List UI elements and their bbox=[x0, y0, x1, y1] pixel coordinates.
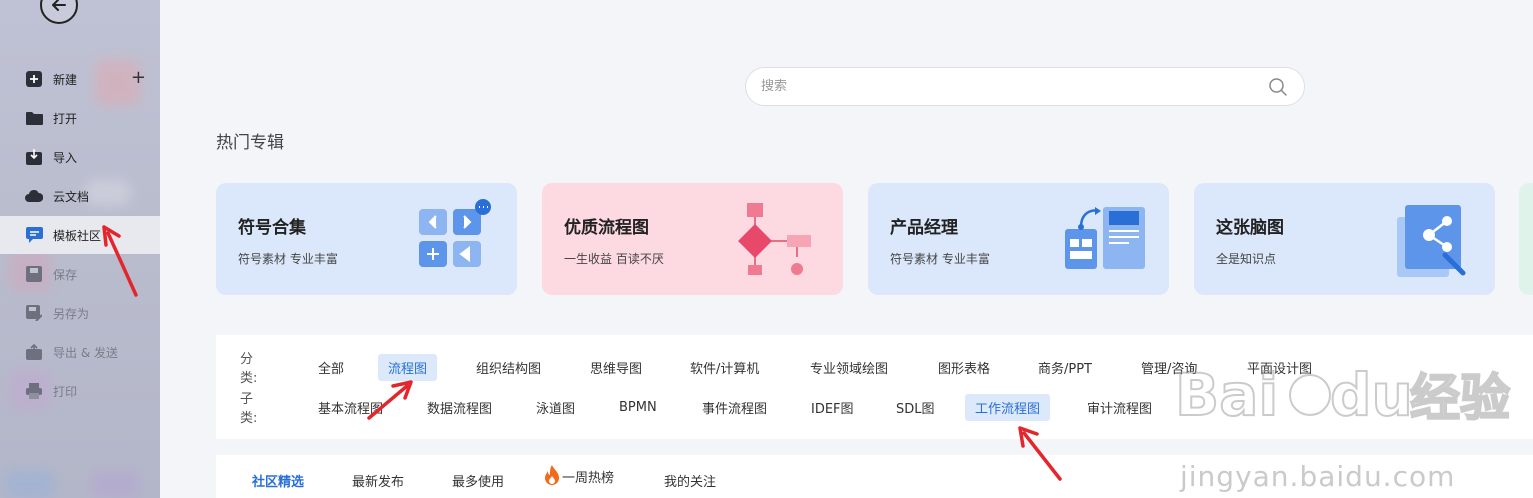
flowchart-illustration bbox=[738, 203, 811, 275]
sidebar-item-cloud-docs[interactable]: 云文档 bbox=[0, 177, 160, 215]
subcategory-item[interactable]: 审计流程图 bbox=[1077, 394, 1162, 421]
import-icon bbox=[25, 148, 43, 166]
product-manager-illustration bbox=[1065, 207, 1145, 269]
album-card-partial[interactable] bbox=[1519, 183, 1533, 295]
sidebar-item-label: 打印 bbox=[53, 384, 78, 399]
cloud-icon bbox=[25, 187, 43, 205]
subcategory-item[interactable]: 泳道图 bbox=[526, 394, 585, 421]
category-item[interactable]: 商务/PPT bbox=[1028, 354, 1102, 381]
album-card-product-manager[interactable]: 产品经理 符号素材 专业丰富 bbox=[868, 183, 1169, 295]
category-label: 分类: bbox=[240, 352, 258, 386]
sidebar-item-label: 导出 & 发送 bbox=[53, 345, 118, 360]
sidebar-item-export-send[interactable]: 导出 & 发送 bbox=[0, 333, 160, 371]
category-item[interactable]: 管理/咨询 bbox=[1131, 354, 1207, 381]
category-filter-panel: 分类: 全部 流程图 组织结构图 思维导图 软件/计算机 专业领域绘图 图形表格… bbox=[216, 335, 1533, 439]
sidebar-item-label: 打开 bbox=[53, 111, 78, 126]
tab-latest[interactable]: 最新发布 bbox=[352, 471, 404, 490]
subcategory-label: 子类: bbox=[240, 392, 258, 426]
sidebar-item-print[interactable]: 打印 bbox=[0, 372, 160, 410]
album-card-symbols[interactable]: 符号合集 符号素材 专业丰富 bbox=[216, 183, 517, 295]
search-input[interactable] bbox=[761, 79, 1241, 94]
subcategory-item[interactable]: BPMN bbox=[609, 396, 667, 419]
sidebar-item-label: 新建 bbox=[53, 72, 78, 87]
category-item[interactable]: 图形表格 bbox=[928, 354, 1000, 381]
sidebar-item-label: 另存为 bbox=[53, 306, 90, 321]
fire-icon bbox=[545, 465, 559, 485]
sidebar-item-open[interactable]: 打开 bbox=[0, 99, 160, 137]
sidebar-item-label: 云文档 bbox=[53, 189, 90, 204]
category-item[interactable]: 专业领域绘图 bbox=[800, 354, 898, 381]
tab-community-picks[interactable]: 社区精选 bbox=[252, 471, 304, 490]
search-bar[interactable] bbox=[745, 67, 1305, 106]
subcategory-item-selected[interactable]: 工作流程图 bbox=[965, 393, 1051, 421]
album-card-flowcharts[interactable]: 优质流程图 一生收益 百读不厌 bbox=[542, 183, 843, 295]
save-icon bbox=[25, 265, 43, 283]
category-item-selected[interactable]: 流程图 bbox=[378, 353, 438, 381]
export-icon bbox=[25, 343, 43, 361]
tab-weekly-hot[interactable]: 一周热榜 bbox=[542, 464, 614, 486]
album-card-mind-map[interactable]: 这张脑图 全是知识点 bbox=[1194, 183, 1495, 295]
sidebar-item-label: 模板社区 bbox=[53, 228, 102, 243]
plus-square-icon bbox=[25, 70, 43, 88]
watermark-url: jingyan.baidu.com bbox=[1180, 460, 1456, 493]
sidebar-item-template-community[interactable]: 模板社区 bbox=[0, 216, 160, 254]
category-item[interactable]: 思维导图 bbox=[580, 354, 652, 381]
plus-icon[interactable]: + bbox=[131, 69, 146, 87]
subcategory-item[interactable]: IDEF图 bbox=[801, 394, 864, 421]
sidebar: 新建 + 打开 导入 云文档 模板社区 保存 另存为 导出 & 发送 打印 bbox=[0, 0, 160, 498]
sidebar-item-label: 保存 bbox=[53, 267, 78, 282]
back-button[interactable] bbox=[40, 0, 78, 24]
hot-albums-title: 热门专辑 bbox=[216, 133, 284, 153]
search-icon[interactable] bbox=[1268, 77, 1288, 97]
save-as-icon bbox=[25, 304, 43, 322]
category-item[interactable]: 软件/计算机 bbox=[680, 354, 769, 381]
blurred-background-thumbnail bbox=[90, 470, 140, 498]
tab-following[interactable]: 我的关注 bbox=[664, 471, 716, 490]
symbol-set-illustration bbox=[419, 199, 491, 267]
blurred-background-thumbnail bbox=[5, 470, 55, 498]
tab-most-used[interactable]: 最多使用 bbox=[452, 471, 504, 490]
sidebar-item-save-as[interactable]: 另存为 bbox=[0, 294, 160, 332]
sidebar-item-new[interactable]: 新建 + bbox=[0, 60, 160, 98]
print-icon bbox=[25, 382, 43, 400]
chat-bubble-icon bbox=[25, 226, 43, 244]
sidebar-item-import[interactable]: 导入 bbox=[0, 138, 160, 176]
subcategory-item[interactable]: 基本流程图 bbox=[308, 394, 393, 421]
category-item[interactable]: 组织结构图 bbox=[466, 354, 551, 381]
subcategory-item[interactable]: 事件流程图 bbox=[692, 394, 777, 421]
tab-label: 一周热榜 bbox=[562, 471, 615, 486]
folder-icon bbox=[25, 109, 43, 127]
arrow-left-icon bbox=[52, 0, 66, 11]
category-item[interactable]: 全部 bbox=[308, 354, 354, 381]
subcategory-item[interactable]: 数据流程图 bbox=[417, 394, 502, 421]
sidebar-item-save[interactable]: 保存 bbox=[0, 255, 160, 293]
sidebar-item-label: 导入 bbox=[53, 150, 78, 165]
category-item[interactable]: 平面设计图 bbox=[1237, 354, 1322, 381]
mind-map-illustration bbox=[1397, 205, 1466, 277]
subcategory-item[interactable]: SDL图 bbox=[886, 394, 945, 421]
